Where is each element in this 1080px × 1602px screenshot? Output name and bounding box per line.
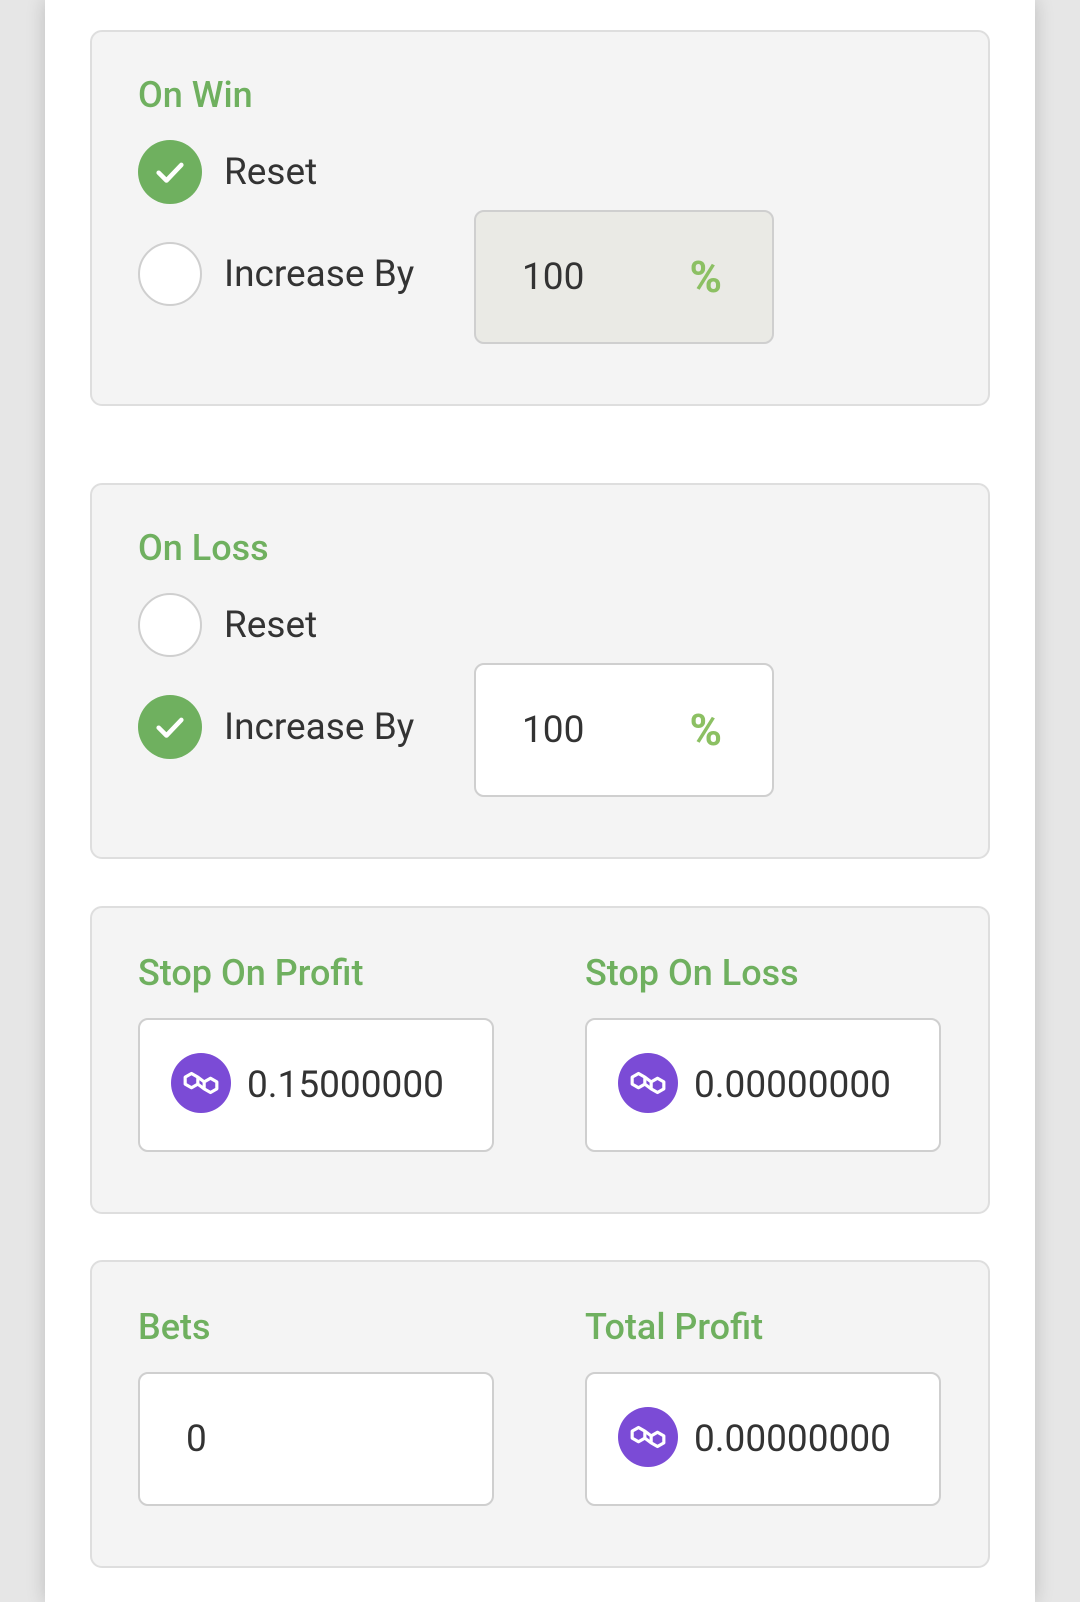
on-loss-title: On Loss	[138, 527, 269, 569]
on-loss-reset-label: Reset	[224, 603, 318, 647]
on-loss-reset-radio[interactable]	[138, 593, 202, 657]
total-profit-value: 0.00000000	[694, 1417, 891, 1461]
on-win-increase-radio[interactable]	[138, 242, 202, 306]
stop-on-loss-input[interactable]: 0.00000000	[585, 1018, 941, 1152]
on-loss-increase-value: 100	[522, 708, 585, 752]
stop-on-profit-value: 0.15000000	[247, 1063, 444, 1107]
check-icon	[156, 717, 184, 738]
on-win-increase-option[interactable]: Increase By	[138, 242, 414, 306]
on-loss-increase-radio[interactable]	[138, 695, 202, 759]
stop-on-profit-title: Stop On Profit	[138, 952, 364, 994]
on-win-increase-input[interactable]: 100 %	[474, 210, 774, 344]
on-loss-increase-option[interactable]: Increase By	[138, 695, 414, 759]
total-profit-field: 0.00000000	[585, 1372, 941, 1506]
on-win-card: On Win Reset Increase By 100 %	[90, 30, 990, 406]
polygon-coin-icon	[171, 1053, 231, 1113]
on-loss-card: On Loss Reset Increase By 100 %	[90, 483, 990, 859]
stop-on-loss-value: 0.00000000	[694, 1063, 891, 1107]
on-win-increase-value: 100	[522, 255, 585, 299]
stop-on-profit-input[interactable]: 0.15000000	[138, 1018, 494, 1152]
on-win-reset-label: Reset	[224, 150, 318, 194]
on-win-reset-option[interactable]: Reset	[138, 140, 317, 204]
on-win-title: On Win	[138, 74, 253, 116]
bets-title: Bets	[138, 1306, 211, 1348]
total-profit-title: Total Profit	[585, 1306, 764, 1348]
on-win-increase-label: Increase By	[224, 252, 415, 296]
on-loss-increase-input[interactable]: 100 %	[474, 663, 774, 797]
bets-field: 0	[138, 1372, 494, 1506]
stats-card: Bets Total Profit 0 0.00000000	[90, 1260, 990, 1568]
polygon-coin-icon	[618, 1053, 678, 1113]
check-icon	[156, 162, 184, 183]
stop-on-loss-title: Stop On Loss	[585, 952, 799, 994]
on-loss-reset-option[interactable]: Reset	[138, 593, 317, 657]
on-loss-increase-label: Increase By	[224, 705, 415, 749]
stop-card: Stop On Profit Stop On Loss 0.15000000 0…	[90, 906, 990, 1214]
percent-icon: %	[689, 704, 722, 756]
bets-value: 0	[186, 1417, 207, 1461]
percent-icon: %	[689, 251, 722, 303]
on-win-reset-radio[interactable]	[138, 140, 202, 204]
polygon-coin-icon	[618, 1407, 678, 1467]
